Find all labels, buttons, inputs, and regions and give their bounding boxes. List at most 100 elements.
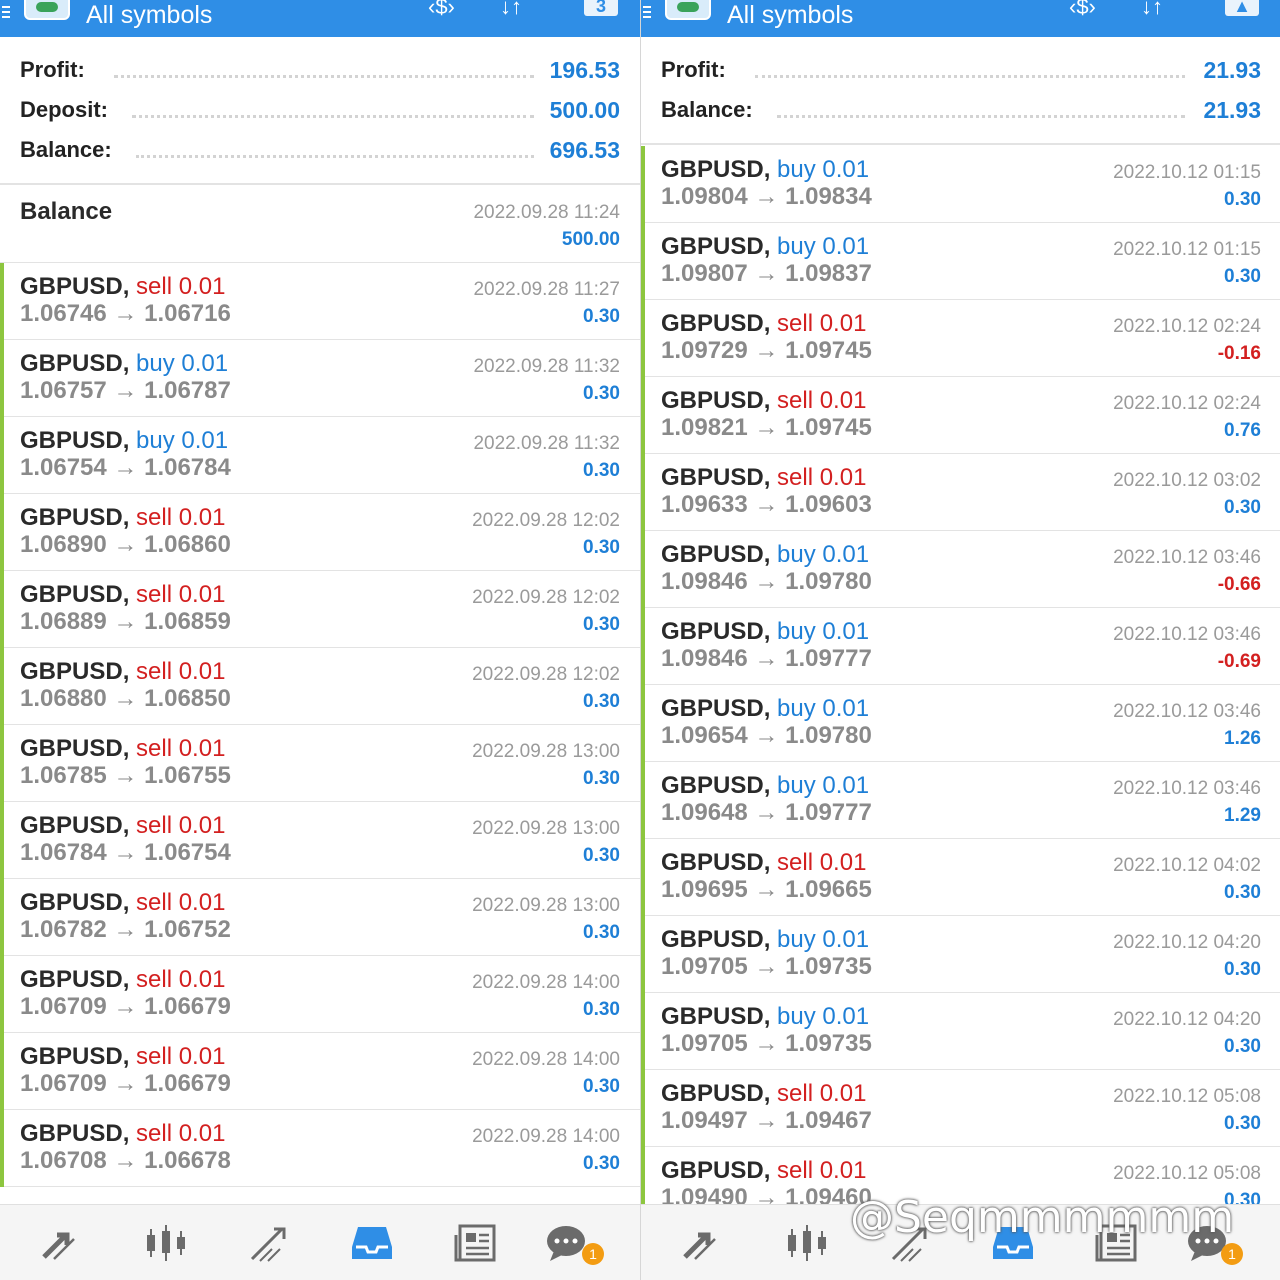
calendar-icon[interactable]: ▲ xyxy=(1225,0,1259,16)
deal-title: GBPUSD, sell 0.01 xyxy=(661,849,866,877)
deal-prices: 1.09705 → 1.09735 xyxy=(661,953,872,980)
deal-time: 2022.10.12 03:02 xyxy=(1113,470,1261,491)
sort-icon[interactable]: ↓↑ xyxy=(500,0,522,18)
deal-row[interactable]: GBPUSD, sell 0.01 1.06746 → 1.06716 2022.0… xyxy=(0,263,640,340)
menu-icon[interactable] xyxy=(643,6,651,20)
deal-symbol: GBPUSD xyxy=(20,350,123,377)
deal-symbol: GBPUSD xyxy=(661,772,764,799)
deal-time: 2022.10.12 01:15 xyxy=(1113,162,1261,183)
deal-comma: , xyxy=(763,695,778,722)
deal-side: sell 0.01 xyxy=(136,273,226,300)
chart-icon[interactable] xyxy=(248,1223,292,1263)
deal-title: GBPUSD, buy 0.01 xyxy=(661,618,869,646)
deal-comma: , xyxy=(763,1080,778,1107)
deal-side: sell 0.01 xyxy=(777,1080,867,1107)
deal-symbol: GBPUSD xyxy=(661,156,764,183)
deal-row[interactable]: GBPUSD, buy 0.01 1.06757 → 1.06787 2022.09… xyxy=(0,340,640,417)
deal-row[interactable]: GBPUSD, sell 0.01 1.09633 → 1.09603 2022.1… xyxy=(641,454,1280,531)
deal-comma: , xyxy=(122,427,137,454)
deal-comma: , xyxy=(763,464,778,491)
deal-comma: , xyxy=(763,618,778,645)
deal-row[interactable]: GBPUSD, sell 0.01 1.06785 → 1.06755 2022.0… xyxy=(0,725,640,802)
quotes-icon[interactable] xyxy=(144,1223,188,1263)
deal-profit: 0.30 xyxy=(583,460,620,481)
deal-row[interactable]: GBPUSD, buy 0.01 1.09846 → 1.09780 2022.10… xyxy=(641,531,1280,608)
deal-row[interactable]: GBPUSD, buy 0.01 1.09807 → 1.09837 2022.10… xyxy=(641,223,1280,300)
summary-label: Balance: xyxy=(20,137,112,162)
deal-row[interactable]: GBPUSD, sell 0.01 1.09821 → 1.09745 2022.1… xyxy=(641,377,1280,454)
deal-prices: 1.09648 → 1.09777 xyxy=(661,799,872,826)
app-logo-icon xyxy=(665,0,711,20)
quotes-icon[interactable] xyxy=(785,1223,829,1263)
deal-title: GBPUSD, sell 0.01 xyxy=(661,1080,866,1108)
deal-row[interactable]: GBPUSD, buy 0.01 1.09654 → 1.09780 2022.10… xyxy=(641,685,1280,762)
deal-status-bar xyxy=(0,879,4,956)
deal-row[interactable]: GBPUSD, sell 0.01 1.09695 → 1.09665 2022.1… xyxy=(641,839,1280,916)
trade-icon[interactable] xyxy=(40,1223,84,1263)
news-icon[interactable] xyxy=(454,1223,498,1263)
menu-icon[interactable] xyxy=(2,6,10,20)
deal-row[interactable]: GBPUSD, sell 0.01 1.06709 → 1.06679 2022.0… xyxy=(0,1033,640,1110)
dotted-leader xyxy=(114,75,534,78)
deal-profit: 0.30 xyxy=(583,537,620,558)
deal-title: GBPUSD, sell 0.01 xyxy=(661,387,866,415)
deal-profit: 0.76 xyxy=(1224,420,1261,441)
deal-row[interactable]: GBPUSD, buy 0.01 1.09804 → 1.09834 2022.10… xyxy=(641,146,1280,223)
deal-title: GBPUSD, sell 0.01 xyxy=(20,812,225,840)
deal-row[interactable]: GBPUSD, sell 0.01 1.06890 → 1.06860 2022.0… xyxy=(0,494,640,571)
header-title[interactable]: All symbols xyxy=(727,1,853,29)
deal-prices: 1.06889 → 1.06859 xyxy=(20,608,231,635)
deal-row[interactable]: GBPUSD, buy 0.01 1.09648 → 1.09777 2022.10… xyxy=(641,762,1280,839)
deal-title: GBPUSD, buy 0.01 xyxy=(661,772,869,800)
sort-icon[interactable]: ↓↑ xyxy=(1141,0,1163,18)
balance-entry-row[interactable]: Balance 2022.09.28 11:24 500.00 xyxy=(0,186,640,263)
symbol-filter-icon[interactable]: ‹$› xyxy=(1069,0,1096,18)
deal-row[interactable]: GBPUSD, sell 0.01 1.06708 → 1.06678 2022.0… xyxy=(0,1110,640,1187)
deal-row[interactable]: GBPUSD, sell 0.01 1.06784 → 1.06754 2022.0… xyxy=(0,802,640,879)
deal-row[interactable]: GBPUSD, buy 0.01 1.09705 → 1.09735 2022.10… xyxy=(641,916,1280,993)
deal-profit: 0.30 xyxy=(583,999,620,1020)
deal-time: 2022.10.12 04:20 xyxy=(1113,1009,1261,1030)
deal-row[interactable]: GBPUSD, sell 0.01 1.06889 → 1.06859 2022.0… xyxy=(0,571,640,648)
deal-status-bar xyxy=(641,1070,645,1147)
deal-row[interactable]: GBPUSD, sell 0.01 1.06709 → 1.06679 2022.0… xyxy=(0,956,640,1033)
deal-profit: 0.30 xyxy=(583,1076,620,1097)
deal-prices: 1.09497 → 1.09467 xyxy=(661,1107,872,1134)
deal-symbol: GBPUSD xyxy=(20,966,123,993)
deal-row[interactable]: GBPUSD, sell 0.01 1.06880 → 1.06850 2022.0… xyxy=(0,648,640,725)
trade-icon[interactable] xyxy=(681,1223,725,1263)
deal-comma: , xyxy=(122,350,137,377)
deal-time: 2022.09.28 11:32 xyxy=(473,356,620,377)
deal-symbol: GBPUSD xyxy=(661,541,764,568)
deal-status-bar xyxy=(641,839,645,916)
history-icon[interactable] xyxy=(350,1223,394,1263)
deal-symbol: GBPUSD xyxy=(20,812,123,839)
deal-row[interactable]: GBPUSD, sell 0.01 1.09729 → 1.09745 2022.1… xyxy=(641,300,1280,377)
deal-row[interactable]: GBPUSD, buy 0.01 1.09705 → 1.09735 2022.10… xyxy=(641,993,1280,1070)
deal-title: GBPUSD, buy 0.01 xyxy=(661,156,869,184)
deal-row[interactable]: GBPUSD, sell 0.01 1.09497 → 1.09467 2022.1… xyxy=(641,1070,1280,1147)
deal-row[interactable]: GBPUSD, buy 0.01 1.06754 → 1.06784 2022.09… xyxy=(0,417,640,494)
calendar-icon[interactable]: 3 xyxy=(584,0,618,16)
deal-symbol: GBPUSD xyxy=(20,581,123,608)
deal-row[interactable]: GBPUSD, sell 0.01 1.06782 → 1.06752 2022.0… xyxy=(0,879,640,956)
deal-prices: 1.06784 → 1.06754 xyxy=(20,839,231,866)
deal-time: 2022.09.28 14:00 xyxy=(472,1126,620,1147)
dotted-leader xyxy=(755,75,1185,78)
deal-title: GBPUSD, buy 0.01 xyxy=(661,695,869,723)
account-summary: Profit: 21.93 Balance: 21.93 xyxy=(641,37,1280,145)
symbol-filter-icon[interactable]: ‹$› xyxy=(428,0,455,18)
deal-symbol: GBPUSD xyxy=(20,658,123,685)
deal-symbol: GBPUSD xyxy=(661,233,764,260)
deal-title: GBPUSD, buy 0.01 xyxy=(20,427,228,455)
deal-side: sell 0.01 xyxy=(136,735,226,762)
app-header: All symbols ‹$› ↓↑ ▲ xyxy=(641,0,1280,37)
deal-comma: , xyxy=(763,233,778,260)
summary-value: 196.53 xyxy=(549,57,620,83)
deal-prices: 1.09695 → 1.09665 xyxy=(661,876,872,903)
header-title[interactable]: All symbols xyxy=(86,1,212,29)
deal-row[interactable]: GBPUSD, buy 0.01 1.09846 → 1.09777 2022.10… xyxy=(641,608,1280,685)
dotted-leader xyxy=(132,115,534,118)
deal-title: GBPUSD, buy 0.01 xyxy=(20,350,228,378)
deal-time: 2022.09.28 11:24 xyxy=(473,202,620,223)
